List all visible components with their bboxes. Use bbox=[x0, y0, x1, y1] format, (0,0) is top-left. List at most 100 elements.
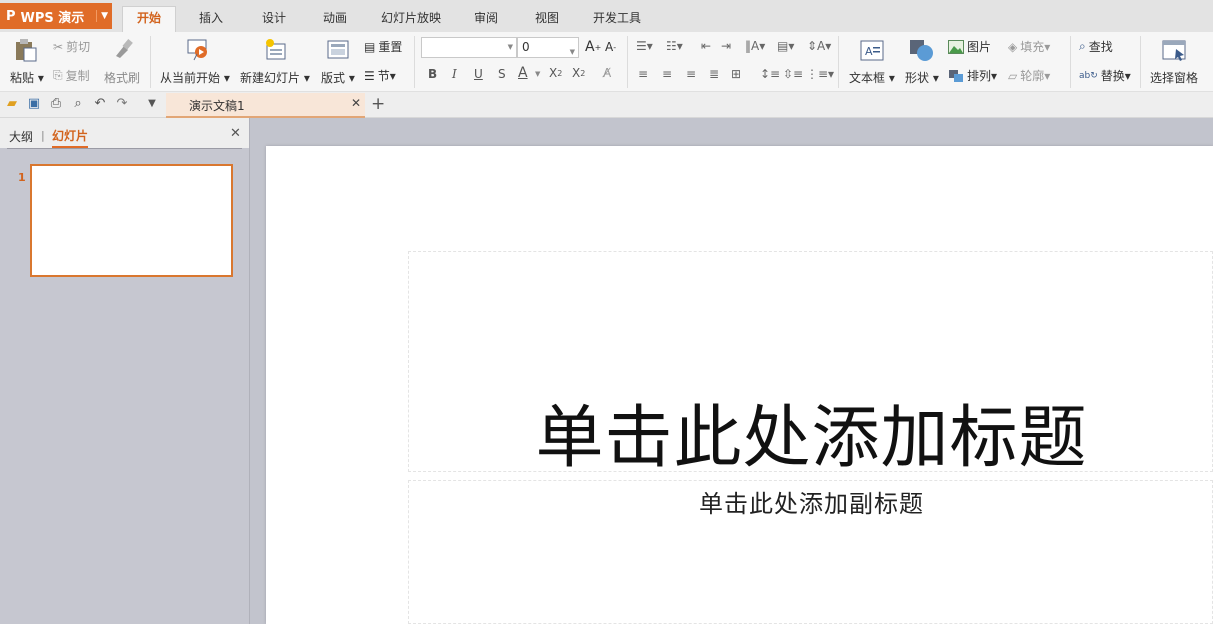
bullet-list-icon[interactable]: ☰▾ bbox=[636, 39, 653, 53]
redo-icon[interactable]: ↷ bbox=[114, 96, 130, 112]
slide-thumbnail[interactable] bbox=[30, 164, 233, 277]
shape-button[interactable]: 形状 ▾ bbox=[905, 69, 939, 86]
justify-icon[interactable]: ≣ bbox=[709, 67, 719, 81]
format-painter-button[interactable]: 格式刷 bbox=[104, 69, 140, 86]
replace-label: 替换 bbox=[1100, 69, 1125, 83]
increase-indent-icon[interactable]: ⇥ bbox=[721, 39, 731, 53]
search-icon: ⌕ bbox=[1079, 39, 1086, 53]
print-preview-icon[interactable]: ⌕ bbox=[70, 96, 86, 112]
print-icon[interactable]: ⎙ bbox=[48, 96, 64, 112]
tab-review[interactable]: 审阅 bbox=[466, 7, 506, 32]
replace-button[interactable]: ab↻ 替换 ▾ bbox=[1079, 67, 1131, 84]
chevron-down-icon[interactable]: ▼ bbox=[535, 70, 540, 78]
text-box-button[interactable]: 文本框 ▾ bbox=[849, 69, 895, 86]
arrange-label: 排列 bbox=[967, 69, 992, 83]
divider bbox=[838, 36, 839, 88]
selection-pane-button[interactable]: 选择窗格 bbox=[1150, 69, 1198, 86]
superscript-icon[interactable]: X2 bbox=[549, 66, 562, 80]
paragraph-spacing-icon[interactable]: ⇳≡ bbox=[783, 67, 803, 81]
find-button[interactable]: ⌕ 查找 bbox=[1079, 38, 1113, 55]
paste-label: 粘贴 bbox=[10, 71, 35, 85]
shape-label: 形状 bbox=[905, 71, 930, 85]
increase-font-icon[interactable]: A + bbox=[585, 39, 601, 55]
align-text-icon[interactable]: ▤▾ bbox=[777, 39, 794, 53]
columns-icon[interactable]: ⋮≡▾ bbox=[806, 67, 834, 81]
text-box-label: 文本框 bbox=[849, 71, 886, 85]
line-spacing-icon[interactable]: ↕≡ bbox=[760, 67, 780, 81]
paste-button[interactable]: 粘贴 ▾ bbox=[10, 69, 44, 86]
font-size-value: 0 bbox=[522, 40, 530, 54]
close-icon[interactable]: ✕ bbox=[230, 126, 241, 141]
section-button[interactable]: ☰ 节 ▾ bbox=[364, 67, 396, 84]
shadow-icon[interactable]: S bbox=[498, 67, 506, 81]
brush-icon bbox=[112, 38, 134, 60]
divider bbox=[1140, 36, 1141, 88]
open-folder-icon[interactable]: ▰ bbox=[4, 96, 20, 112]
from-current-label: 从当前开始 bbox=[160, 71, 221, 85]
tab-view[interactable]: 视图 bbox=[527, 7, 567, 32]
arrange-button[interactable]: 排列 ▾ bbox=[948, 67, 997, 84]
layout-label: 版式 bbox=[321, 71, 346, 85]
italic-icon[interactable]: I bbox=[452, 67, 457, 81]
tab-design[interactable]: 设计 bbox=[254, 7, 294, 32]
outline-icon: ▱ bbox=[1008, 68, 1018, 83]
scissors-icon: ✂ bbox=[53, 39, 64, 54]
from-current-button[interactable]: 从当前开始 ▾ bbox=[160, 69, 230, 86]
font-color-icon[interactable]: A bbox=[518, 65, 528, 81]
distribute-icon[interactable]: ⊞ bbox=[731, 67, 741, 81]
reset-icon: ▤ bbox=[364, 39, 376, 54]
close-icon[interactable]: ✕ bbox=[351, 96, 361, 110]
font-name-select[interactable]: ▼ bbox=[421, 37, 517, 58]
selection-pane-icon bbox=[1162, 40, 1188, 62]
tab-slideshow[interactable]: 幻灯片放映 bbox=[373, 7, 449, 32]
subtitle-placeholder[interactable]: 单击此处添加副标题 bbox=[408, 480, 1213, 624]
picture-label: 图片 bbox=[967, 40, 992, 54]
chevron-down-icon: ▼ bbox=[507, 43, 513, 51]
document-tab[interactable]: 演示文稿1 ✕ bbox=[166, 93, 365, 118]
tab-home[interactable]: 开始 bbox=[122, 6, 177, 32]
divider bbox=[150, 36, 151, 88]
align-left-icon[interactable]: ≡ bbox=[638, 67, 648, 81]
new-slide-button[interactable]: 新建幻灯片 ▾ bbox=[240, 69, 310, 86]
layout-button[interactable]: 版式 ▾ bbox=[321, 69, 355, 86]
numbered-list-icon[interactable]: ☷▾ bbox=[666, 39, 683, 53]
font-size-select[interactable]: 0 ▼ bbox=[517, 37, 579, 58]
wps-logo-icon: Р bbox=[6, 8, 16, 24]
menu-bar: Р WPS 演示 ▼ 开始 插入 设计 动画 幻灯片放映 审阅 视图 开发工具 bbox=[0, 0, 1213, 32]
customize-toolbar-icon[interactable]: ▼ bbox=[144, 96, 160, 112]
paste-icon bbox=[13, 38, 39, 62]
align-right-icon[interactable]: ≡ bbox=[686, 67, 696, 81]
subtitle-placeholder-text: 单击此处添加副标题 bbox=[699, 490, 924, 518]
subscript-icon[interactable]: X2 bbox=[572, 66, 585, 80]
undo-icon[interactable]: ↶ bbox=[92, 96, 108, 112]
decrease-indent-icon[interactable]: ⇤ bbox=[701, 39, 711, 53]
text-size-icon[interactable]: ⇕A▾ bbox=[807, 39, 831, 53]
tab-outline[interactable]: 大纲 bbox=[9, 128, 33, 145]
reset-button[interactable]: ▤ 重置 bbox=[364, 38, 402, 55]
panel-header: 大纲 | 幻灯片 ✕ bbox=[0, 118, 249, 148]
tab-slides[interactable]: 幻灯片 bbox=[52, 127, 89, 148]
textbox-icon: A bbox=[860, 40, 884, 62]
clear-format-icon[interactable]: A̸ bbox=[603, 66, 611, 80]
copy-button[interactable]: ⎘ 复制 bbox=[53, 67, 90, 84]
ribbon: 粘贴 ▾ ✂ 剪切 ⎘ 复制 格式刷 从当前开始 ▾ 新建幻灯片 ▾ 版式 ▾ ▤ 重… bbox=[0, 32, 1213, 92]
fill-button[interactable]: ◈ 填充 ▾ bbox=[1008, 38, 1050, 55]
outline-button[interactable]: ▱ 轮廓 ▾ bbox=[1008, 67, 1050, 84]
chevron-down-icon: ▼ bbox=[569, 48, 575, 56]
tab-insert[interactable]: 插入 bbox=[191, 7, 231, 32]
underline-icon[interactable]: U bbox=[474, 67, 483, 81]
tab-animation[interactable]: 动画 bbox=[315, 7, 355, 32]
bold-icon[interactable]: B bbox=[428, 67, 437, 81]
text-direction-icon[interactable]: ‖A▾ bbox=[745, 39, 765, 53]
decrease-font-icon[interactable]: A- bbox=[605, 40, 616, 54]
tab-developer[interactable]: 开发工具 bbox=[585, 7, 649, 32]
picture-button[interactable]: 图片 bbox=[948, 38, 991, 55]
app-name: WPS 演示 bbox=[20, 10, 85, 26]
new-tab-icon[interactable]: + bbox=[371, 94, 385, 114]
align-center-icon[interactable]: ≡ bbox=[662, 67, 672, 81]
save-icon[interactable]: ▣ bbox=[26, 96, 42, 112]
divider bbox=[414, 36, 415, 88]
title-placeholder[interactable]: 单击此处添加标题 bbox=[408, 251, 1213, 478]
wps-app-button[interactable]: Р WPS 演示 ▼ bbox=[0, 3, 112, 29]
cut-button[interactable]: ✂ 剪切 bbox=[53, 38, 90, 55]
